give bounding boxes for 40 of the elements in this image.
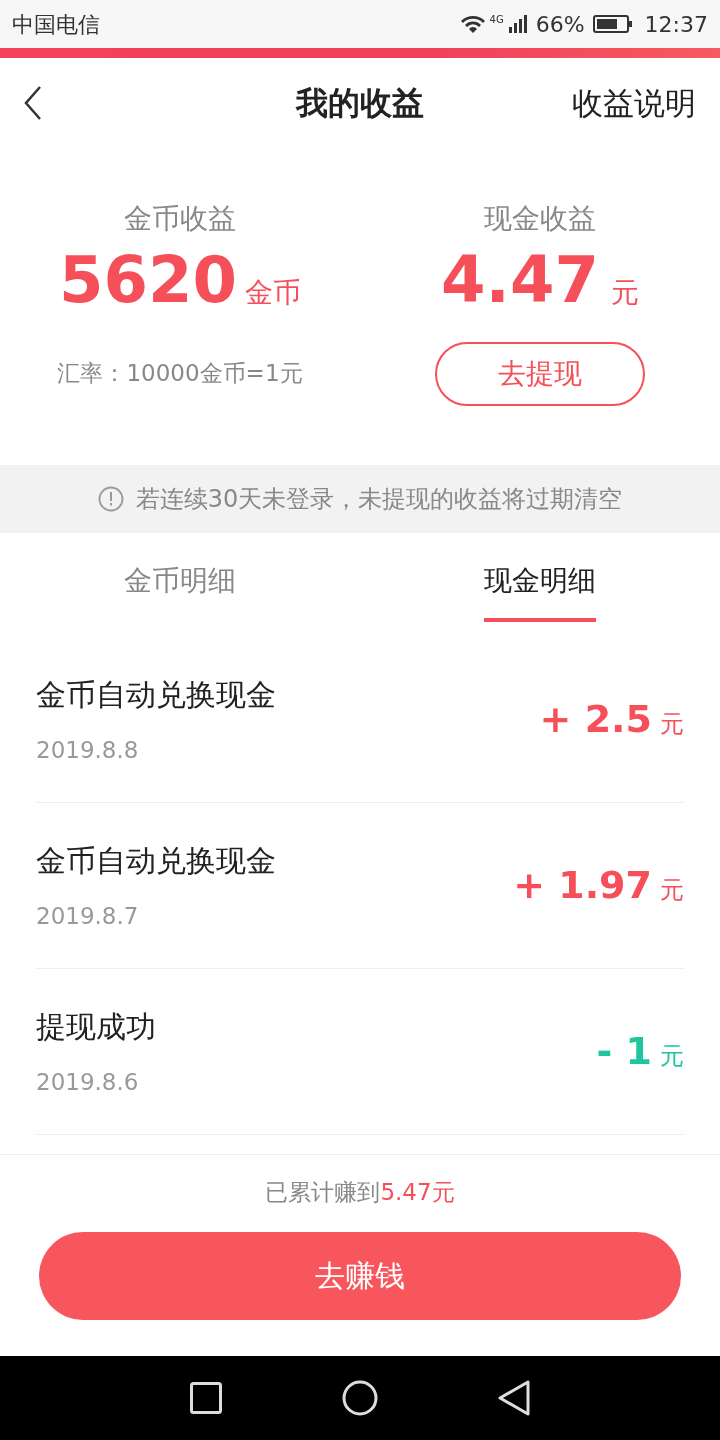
coin-unit: 金币: [245, 275, 302, 311]
coin-earnings-value: 5620: [58, 248, 238, 312]
record-date: 2019.8.6: [36, 1067, 140, 1097]
wifi-icon: [459, 14, 486, 34]
record-unit: 元: [660, 875, 684, 906]
cash-earnings-value: 4.47: [441, 248, 599, 312]
record-amount: + 1.97: [513, 862, 652, 909]
cash-unit: 元: [610, 275, 639, 311]
record-unit: 元: [660, 1041, 684, 1072]
cash-earnings-label: 现金收益: [484, 201, 596, 237]
signal-icon: [507, 14, 528, 34]
back-icon: [24, 86, 42, 120]
info-icon: [97, 486, 124, 512]
record-title: 提现成功: [36, 1007, 156, 1046]
square-icon[interactable]: [190, 1382, 222, 1414]
circle-icon[interactable]: [342, 1380, 378, 1416]
total-earned-text: 5.47元: [380, 1178, 455, 1207]
record-amount: + 2.5: [539, 696, 652, 743]
record-date: 2019.8.8: [36, 735, 140, 765]
withdraw-button[interactable]: 去提现: [435, 342, 645, 406]
network-text: 4G: [489, 12, 504, 27]
battery-icon: [592, 14, 633, 34]
tab[interactable]: 金币明细: [0, 533, 360, 637]
tab[interactable]: 现金明细: [360, 533, 720, 637]
earn-money-button[interactable]: 去赚钱: [39, 1231, 681, 1320]
notice-text: 若连续30天未登录，未提现的收益将过期清空: [135, 484, 623, 515]
summary-text: 已累计赚到: [265, 1178, 381, 1207]
record-title: 金币自动兑换现金: [36, 841, 276, 880]
record-unit: 元: [660, 709, 684, 740]
record-amount: - 1: [596, 1028, 652, 1075]
coin-earnings-label: 金币收益: [124, 201, 236, 237]
carrier-text: 中国电信: [12, 10, 100, 39]
page-title: 我的收益: [296, 83, 424, 124]
back-triangle-icon[interactable]: [498, 1380, 530, 1416]
exchange-rate-text: 汇率：10000金币=1元: [57, 359, 303, 388]
record-date: 2019.8.7: [36, 901, 140, 931]
battery-text: 66%: [535, 10, 585, 39]
earnings-info-link[interactable]: 收益说明: [572, 79, 696, 127]
record-title: 金币自动兑换现金: [36, 675, 276, 714]
time-text: 12:37: [644, 10, 708, 39]
